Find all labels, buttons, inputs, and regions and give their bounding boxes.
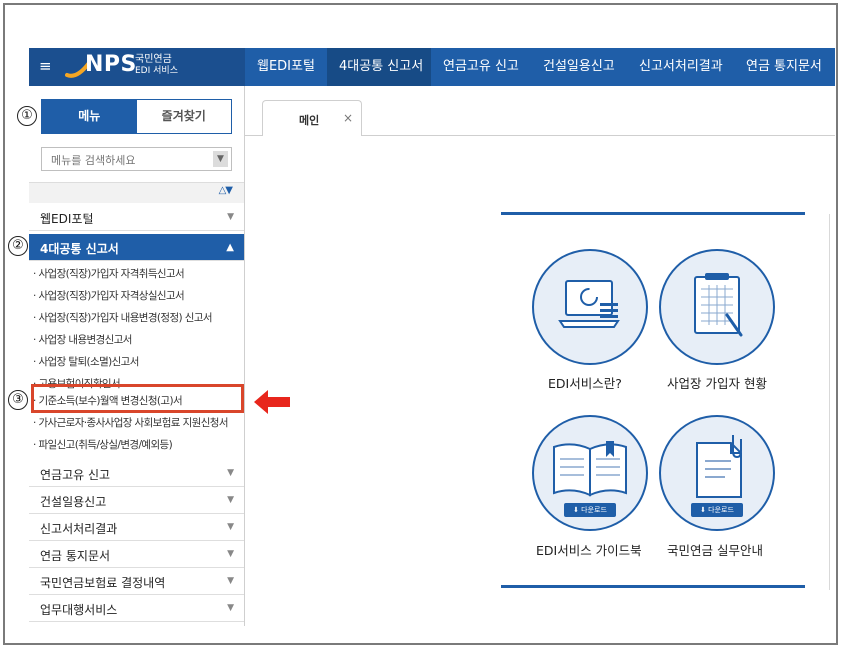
manual-card[interactable]: ⬇ 다운로드 [659, 415, 775, 531]
sidebar-section-label: 신고서처리결과 [40, 522, 118, 536]
sidebar: 메뉴 즐겨찾기 ▼ △▼ 웹EDI포털 ▼ 4대공통 신고서 ▲ · 사업장(직… [29, 86, 245, 626]
sidebar-section-label: 업무대행서비스 [40, 603, 118, 617]
top-menu-notice[interactable]: 연금 통지문서 [734, 48, 835, 86]
top-menu: 웹EDI포털 4대공통 신고서 연금고유 신고 건설일용신고 신고서처리결과 연… [245, 48, 835, 86]
sidebar-section-label: 4대공통 신고서 [40, 242, 119, 256]
download-label: 다운로드 [581, 506, 607, 514]
tab-main[interactable]: 메인 × [262, 100, 362, 136]
guidebook-card[interactable]: ⬇ 다운로드 [532, 415, 648, 531]
top-menu-4-common-forms[interactable]: 4대공통 신고서 [327, 48, 431, 86]
laptop-icon [558, 280, 620, 328]
divider-bottom [501, 585, 805, 588]
sidebar-subitem[interactable]: · 사업장(직장)가입자 자격상실신고서 [33, 288, 185, 303]
sidebar-subitem[interactable]: · 사업장(직장)가입자 자격취득신고서 [33, 266, 185, 281]
close-icon[interactable]: × [343, 111, 353, 125]
annotation-number-2: ② [8, 236, 28, 256]
logo-text: NPS [85, 52, 137, 77]
chevron-down-icon: ▼ [227, 468, 234, 478]
sidebar-section-label: 국민연금보험료 결정내역 [40, 576, 166, 590]
sidebar-subitem[interactable]: · 사업장 탈퇴(소멸)신고서 [33, 354, 139, 369]
guidebook-download-button[interactable]: ⬇ 다운로드 [564, 503, 616, 517]
collapse-expand-row: △▼ [29, 182, 244, 203]
sidebar-section-label: 연금 통지문서 [40, 549, 111, 563]
top-navigation-bar: ≡ NPS 국민연금 EDI 서비스 웹EDI포털 4대공통 신고서 연금고유 … [29, 48, 835, 86]
sidebar-section-web-edi[interactable]: 웹EDI포털 ▼ [29, 204, 244, 231]
hamburger-icon[interactable]: ≡ [39, 57, 52, 75]
brand-area: ≡ NPS 국민연금 EDI 서비스 [29, 48, 245, 86]
sidebar-section-label: 연금고유 신고 [40, 468, 111, 482]
content-tab-bar: 메인 × [245, 86, 835, 136]
sidebar-section-construction[interactable]: 건설일용신고 ▼ [29, 487, 244, 514]
divider-vertical [829, 214, 830, 590]
menu-search: ▼ [41, 147, 232, 171]
dropdown-arrow-icon[interactable]: ▼ [213, 151, 228, 167]
sidebar-tabs: 메뉴 즐겨찾기 [41, 99, 232, 134]
chevron-down-icon: ▼ [227, 212, 234, 222]
tab-favorites[interactable]: 즐겨찾기 [136, 100, 231, 133]
sidebar-section-agency[interactable]: 업무대행서비스 ▼ [29, 595, 244, 622]
sidebar-subitem[interactable]: · 파일신고(취득/상실/변경/예외등) [33, 437, 173, 452]
sidebar-section-result[interactable]: 신고서처리결과 ▼ [29, 514, 244, 541]
top-menu-pension[interactable]: 연금고유 신고 [431, 48, 531, 86]
tab-main-label: 메인 [299, 114, 320, 127]
sidebar-subitem[interactable]: · 가사근로자·종사사업장 사회보험료 지원신청서 [33, 415, 228, 430]
annotation-number-3: ③ [8, 390, 28, 410]
manual-label[interactable]: 국민연금 실무안내 [667, 540, 763, 559]
chevron-down-icon: ▼ [227, 576, 234, 586]
edi-about-label[interactable]: EDI서비스란? [548, 373, 622, 392]
arrow-left-icon [254, 390, 290, 414]
chevron-down-icon: ▼ [227, 603, 234, 613]
divider-top [501, 212, 805, 215]
chevron-down-icon: ▼ [227, 549, 234, 559]
sidebar-section-4-common-forms[interactable]: 4대공통 신고서 ▲ [29, 234, 244, 261]
sidebar-section-label: 건설일용신고 [40, 495, 107, 509]
sidebar-section-pension[interactable]: 연금고유 신고 ▼ [29, 460, 244, 487]
menu-search-input[interactable] [49, 149, 203, 171]
sidebar-section-notice[interactable]: 연금 통지문서 ▼ [29, 541, 244, 568]
member-status-card[interactable] [659, 249, 775, 365]
chevron-up-icon: ▲ [226, 242, 234, 253]
tab-menu[interactable]: 메뉴 [42, 100, 137, 133]
member-status-label[interactable]: 사업장 가입자 현황 [667, 373, 767, 392]
chevron-down-icon: ▼ [227, 495, 234, 505]
sidebar-subitem[interactable]: · 사업장(직장)가입자 내용변경(정정) 신고서 [33, 310, 213, 325]
logo-subtitle-edi: EDI 서비스 [135, 66, 178, 76]
collapse-expand-icon[interactable]: △▼ [219, 185, 233, 196]
top-menu-construction[interactable]: 건설일용신고 [531, 48, 627, 86]
guidebook-label[interactable]: EDI서비스 가이드북 [536, 540, 642, 559]
chevron-down-icon: ▼ [227, 522, 234, 532]
logo-subtitle: 국민연금 [135, 54, 172, 65]
sidebar-section-premium[interactable]: 국민연금보험료 결정내역 ▼ [29, 568, 244, 595]
annotation-number-1: ① [17, 106, 37, 126]
clipboard-chart-icon [694, 273, 743, 337]
highlight-box [31, 384, 244, 413]
sidebar-section-label: 웹EDI포털 [40, 212, 94, 226]
sidebar-subitem[interactable]: · 사업장 내용변경신고서 [33, 332, 132, 347]
download-label: 다운로드 [708, 506, 734, 514]
top-menu-web-edi[interactable]: 웹EDI포털 [245, 48, 327, 86]
top-menu-result[interactable]: 신고서처리결과 [627, 48, 734, 86]
manual-download-button[interactable]: ⬇ 다운로드 [691, 503, 743, 517]
edi-about-card[interactable] [532, 249, 648, 365]
